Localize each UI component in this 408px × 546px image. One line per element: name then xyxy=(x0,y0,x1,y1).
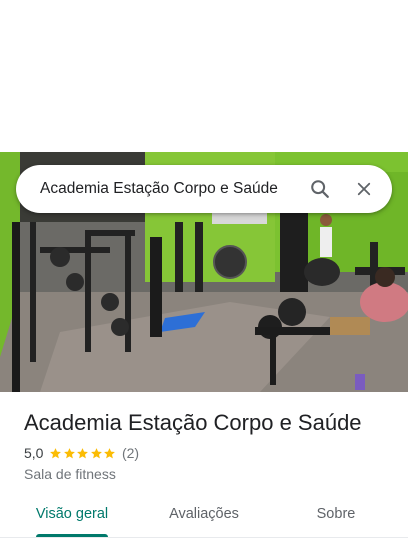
search-bar[interactable]: Academia Estação Corpo e Saúde xyxy=(16,165,392,213)
tabs-divider xyxy=(0,537,408,538)
blank-area xyxy=(0,0,408,152)
place-title: Academia Estação Corpo e Saúde xyxy=(24,410,362,435)
tab-overview[interactable]: Visão geral xyxy=(24,494,120,534)
star-icon xyxy=(91,447,102,458)
star-icon xyxy=(77,447,89,458)
rating-value: 5,0 xyxy=(24,445,44,461)
star-icon xyxy=(50,447,62,458)
search-icon[interactable] xyxy=(300,165,340,213)
search-input[interactable]: Academia Estação Corpo e Saúde xyxy=(40,180,300,198)
star-icon xyxy=(104,447,116,458)
star-rating xyxy=(49,447,117,460)
review-count[interactable]: (2) xyxy=(122,445,139,461)
close-icon[interactable] xyxy=(344,165,384,213)
place-tabs: Visão geral Avaliações Sobre xyxy=(0,494,408,538)
tab-reviews[interactable]: Avaliações xyxy=(156,494,252,534)
star-icon xyxy=(64,447,75,458)
tab-about[interactable]: Sobre xyxy=(292,494,380,534)
place-category: Sala de fitness xyxy=(24,466,116,482)
rating-row[interactable]: 5,0 (2) xyxy=(24,445,139,461)
